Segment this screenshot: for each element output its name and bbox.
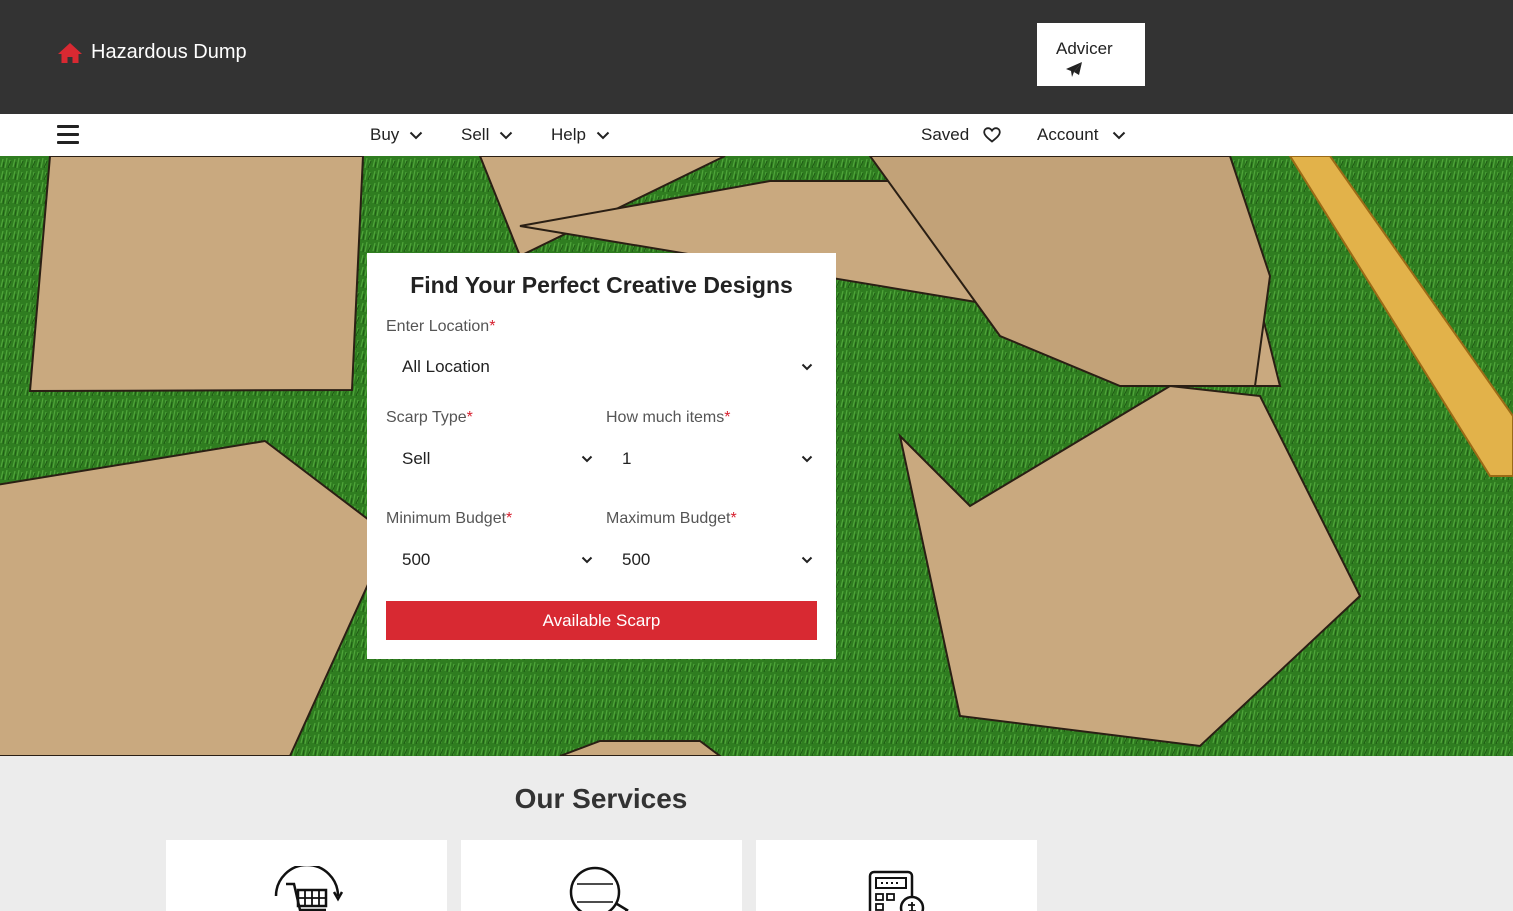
main-nav: Buy Sell Help Saved Account xyxy=(0,114,1513,156)
nav-buy[interactable]: Buy xyxy=(370,114,423,156)
max-budget-value: 500 xyxy=(622,550,651,569)
service-card-sell[interactable] xyxy=(461,840,742,911)
services-title: Our Services xyxy=(514,783,688,814)
top-header: Hazardous Dump Advicer xyxy=(0,0,1513,114)
hamburger-icon[interactable] xyxy=(57,125,79,145)
paper-plane-icon xyxy=(1065,61,1145,81)
min-budget-select[interactable]: 500 xyxy=(386,542,597,578)
nav-sell-label: Sell xyxy=(461,125,490,144)
max-budget-label: Maximum Budget* xyxy=(606,510,737,527)
chevron-down-icon xyxy=(409,131,423,140)
heart-icon xyxy=(983,127,1001,143)
chevron-down-icon xyxy=(596,131,610,140)
available-scrap-button[interactable]: Available Scarp xyxy=(386,601,817,640)
min-budget-label: Minimum Budget* xyxy=(386,510,513,527)
nav-help[interactable]: Help xyxy=(551,114,610,156)
service-card-buy[interactable] xyxy=(166,840,447,911)
nav-sell[interactable]: Sell xyxy=(461,114,513,156)
chevron-down-icon xyxy=(581,556,593,564)
cart-recycle-icon xyxy=(274,866,344,911)
chevron-down-icon xyxy=(499,131,513,140)
items-label: How much items* xyxy=(606,409,731,426)
location-label: Enter Location* xyxy=(386,318,496,335)
service-card-calculate[interactable] xyxy=(756,840,1037,911)
location-select[interactable]: All Location xyxy=(386,349,817,385)
nav-saved-label: Saved xyxy=(921,125,970,144)
scrap-type-value: Sell xyxy=(402,449,431,468)
brand-name: Hazardous Dump xyxy=(91,41,247,63)
chevron-down-icon xyxy=(1112,131,1126,140)
scrap-type-label: Scarp Type* xyxy=(386,409,473,426)
advicer-button[interactable]: Advicer xyxy=(1037,23,1145,86)
sell-tag-icon xyxy=(569,866,629,911)
chevron-down-icon xyxy=(581,455,593,463)
location-value: All Location xyxy=(402,357,490,376)
chevron-down-icon xyxy=(801,556,813,564)
search-title: Find Your Perfect Creative Designs xyxy=(410,272,793,298)
chevron-down-icon xyxy=(801,455,813,463)
items-value: 1 xyxy=(622,449,632,468)
min-budget-value: 500 xyxy=(402,550,431,569)
items-select[interactable]: 1 xyxy=(606,441,817,477)
nav-account[interactable]: Account xyxy=(1037,114,1126,156)
search-card: Find Your Perfect Creative Designs Enter… xyxy=(367,253,836,659)
chevron-down-icon xyxy=(801,363,813,371)
advicer-label: Advicer xyxy=(1056,38,1113,58)
nav-help-label: Help xyxy=(551,125,586,144)
brand-logo[interactable]: Hazardous Dump xyxy=(57,41,247,64)
nav-account-label: Account xyxy=(1037,125,1099,144)
home-icon xyxy=(57,42,83,64)
nav-saved[interactable]: Saved xyxy=(921,114,1001,156)
calculator-icon xyxy=(868,870,925,911)
scrap-type-select[interactable]: Sell xyxy=(386,441,597,477)
max-budget-select[interactable]: 500 xyxy=(606,542,817,578)
nav-buy-label: Buy xyxy=(370,125,400,144)
